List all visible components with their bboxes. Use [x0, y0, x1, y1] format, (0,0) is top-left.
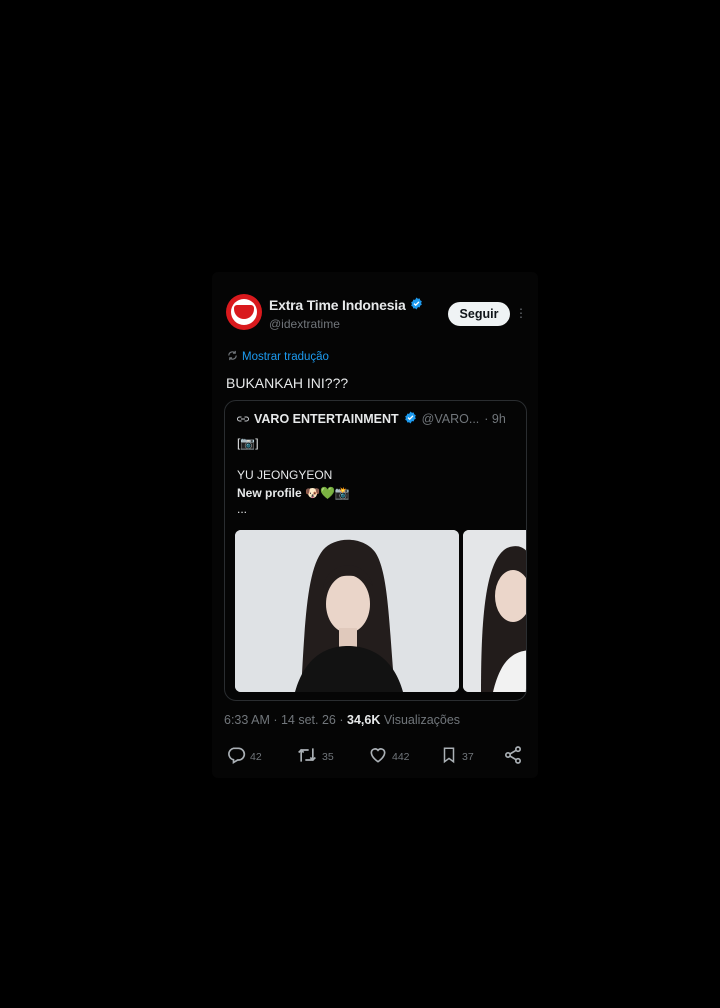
retweet-icon [296, 745, 318, 768]
more-options-icon[interactable]: ⋮ [515, 306, 527, 320]
quote-author-name[interactable]: VARO ENTERTAINMENT [254, 412, 399, 426]
translate-link[interactable]: Mostrar tradução [227, 350, 329, 364]
reply-icon [226, 745, 246, 768]
tweet-card: Extra Time Indonesia @idextratime Seguir… [212, 272, 538, 778]
link-icon [237, 412, 249, 426]
like-count: 442 [392, 750, 410, 763]
quote-author-handle[interactable]: @VARO... [422, 412, 480, 426]
share-icon [503, 745, 523, 768]
quote-header: VARO ENTERTAINMENT @VARO... · 9h [237, 411, 506, 427]
share-button[interactable] [503, 745, 523, 768]
quote-time: · 9h [484, 412, 506, 426]
follow-button[interactable]: Seguir [448, 302, 510, 326]
quote-photo-2[interactable] [463, 530, 526, 692]
quoted-tweet[interactable]: VARO ENTERTAINMENT @VARO... · 9h [📷] YU … [224, 400, 527, 701]
verified-badge-icon [404, 411, 417, 427]
verified-badge-icon [410, 297, 423, 313]
reply-button[interactable]: 42 [226, 745, 262, 768]
retweet-count: 35 [322, 750, 334, 763]
quote-line-3: New profile 🐶💚📸 [237, 486, 350, 500]
translate-label: Mostrar tradução [242, 351, 329, 363]
avatar[interactable] [226, 294, 262, 330]
like-icon [368, 745, 388, 768]
views-count: 34,6K [347, 713, 381, 727]
quote-photo-1[interactable] [235, 530, 459, 692]
author-name-row[interactable]: Extra Time Indonesia [269, 297, 423, 313]
timestamp[interactable]: 6:33 AM · 14 set. 26 · [224, 713, 344, 727]
tweet-text: BUKANKAH INI??? [226, 375, 349, 391]
avatar-logo [231, 299, 257, 325]
bookmark-button[interactable]: 37 [440, 745, 474, 768]
author-handle[interactable]: @idextratime [269, 317, 340, 331]
quote-line-1: [📷] [237, 436, 259, 450]
reply-count: 42 [250, 750, 262, 763]
views-label: Visualizações [383, 713, 461, 727]
tweet-meta: 6:33 AM · 14 set. 26 · 34,6K Visualizaçõ… [224, 713, 460, 727]
like-button[interactable]: 442 [368, 745, 410, 768]
bookmark-icon [440, 745, 458, 768]
quote-line-4: ... [237, 502, 248, 516]
bookmark-count: 37 [462, 750, 474, 763]
quote-line-2: YU JEONGYEON [237, 468, 333, 482]
author-name[interactable]: Extra Time Indonesia [269, 297, 406, 313]
translate-icon [227, 350, 238, 364]
retweet-button[interactable]: 35 [296, 745, 334, 768]
